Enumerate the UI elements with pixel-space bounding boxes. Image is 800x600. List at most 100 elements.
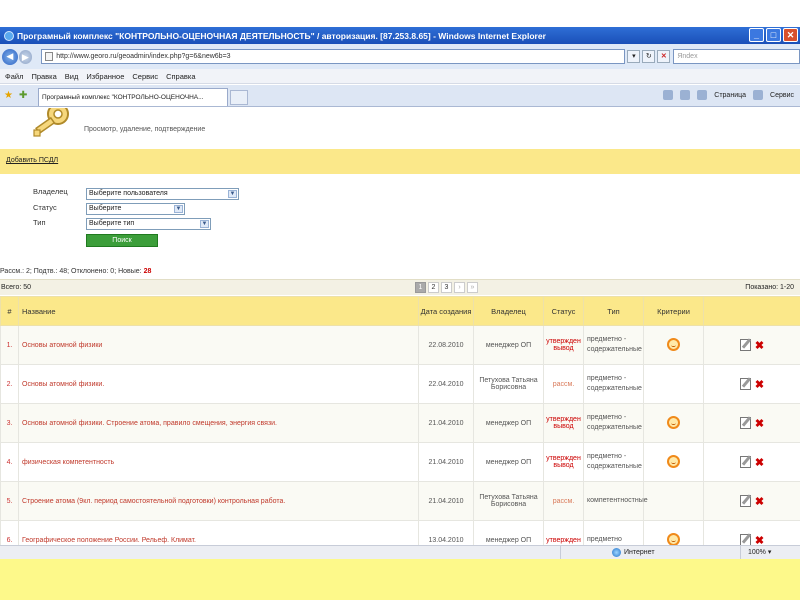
row-date: 22.08.2010 (418, 325, 474, 365)
forward-arrow-icon[interactable]: ▶ (18, 49, 33, 64)
delete-icon[interactable]: ✖ (755, 339, 764, 352)
status-cell (560, 546, 600, 559)
favorites-star-icon[interactable]: ★ (4, 90, 13, 101)
page-3[interactable]: 3 (441, 282, 452, 293)
edit-icon[interactable] (739, 417, 751, 429)
row-actions: ✖ (703, 481, 800, 521)
page-subtitle: Просмотр, удаление, подтверждение (84, 126, 206, 133)
search-button[interactable]: Поиск (86, 234, 158, 247)
page-1[interactable]: 1 (415, 282, 426, 293)
new-tab-button[interactable] (230, 90, 248, 105)
minimize-button[interactable]: _ (749, 28, 764, 42)
web-page: Просмотр, удаление, подтверждение Добави… (0, 108, 800, 545)
menu-edit[interactable]: Правка (31, 72, 56, 81)
col-num: # (0, 296, 19, 326)
delete-icon[interactable]: ✖ (755, 378, 764, 391)
col-status[interactable]: Статус (543, 296, 584, 326)
criteria-icon[interactable] (667, 337, 680, 351)
row-num: 1. (0, 325, 19, 365)
row-num: 6. (0, 520, 19, 545)
menu-file[interactable]: Файл (5, 72, 23, 81)
col-date[interactable]: Дата создания (418, 296, 474, 326)
row-date: 21.04.2010 (418, 403, 474, 443)
menu-favorites[interactable]: Избранное (86, 72, 124, 81)
row-name-link[interactable]: Строение атома (9кл. период самостоятель… (18, 481, 419, 521)
edit-icon[interactable] (739, 339, 751, 351)
browser-tab[interactable]: Програмный комплекс "КОНТРОЛЬНО-ОЦЕНОЧНА… (38, 88, 228, 106)
table-row: 2. Основы атомной физики. 22.04.2010 Пет… (0, 364, 800, 404)
criteria-icon[interactable] (667, 454, 680, 468)
last-page-button[interactable]: » (467, 282, 478, 293)
new-count: 28 (143, 268, 152, 275)
delete-icon[interactable]: ✖ (755, 534, 764, 546)
delete-icon[interactable]: ✖ (755, 417, 764, 430)
menu-tools[interactable]: Сервис (132, 72, 158, 81)
print-icon[interactable] (697, 90, 708, 100)
delete-icon[interactable]: ✖ (755, 495, 764, 508)
page-menu[interactable]: Страница (714, 92, 746, 99)
criteria-icon[interactable] (667, 532, 680, 545)
owner-select-value: Выберите пользователя (89, 190, 168, 197)
service-menu[interactable]: Сервис (770, 92, 794, 99)
row-owner: Петухова Татьяна Борисовна (473, 481, 544, 521)
menu-view[interactable]: Вид (65, 72, 79, 81)
edit-icon[interactable] (739, 378, 751, 390)
row-type: предметно - содержательные (583, 364, 644, 404)
menu-help[interactable]: Справка (166, 72, 195, 81)
edit-icon[interactable] (739, 456, 751, 468)
row-status: утвержден вывод (543, 442, 584, 482)
row-status: рассм. (543, 481, 584, 521)
row-name-link[interactable]: Географическое положение России. Рельеф.… (18, 520, 419, 545)
row-date: 22.04.2010 (418, 364, 474, 404)
home-icon[interactable] (663, 90, 674, 100)
table-row: 4. физическая компетентность 21.04.2010 … (0, 442, 800, 482)
maximize-button[interactable]: □ (766, 28, 781, 42)
globe-icon (612, 548, 621, 557)
row-status: утвержден (543, 520, 584, 545)
row-owner: менеджер ОП (473, 325, 544, 365)
filter-form: Владелец Выберите пользователя ▼ Статус … (0, 174, 800, 262)
next-page-button[interactable]: › (454, 282, 465, 293)
edit-icon[interactable] (739, 534, 751, 545)
row-actions: ✖ (703, 325, 800, 365)
add-psdl-link[interactable]: Добавить ПСДЛ (6, 157, 58, 164)
edit-icon[interactable] (739, 495, 751, 507)
tools-gear-icon[interactable] (753, 90, 764, 100)
row-name-link[interactable]: Основы атомной физики. Строение атома, п… (18, 403, 419, 443)
owner-select[interactable]: Выберите пользователя ▼ (86, 188, 239, 200)
col-owner[interactable]: Владелец (473, 296, 544, 326)
col-type[interactable]: Тип (583, 296, 644, 326)
row-status: утвержден вывод (543, 325, 584, 365)
feeds-icon[interactable] (680, 90, 691, 100)
stop-button[interactable]: ✕ (657, 50, 671, 63)
row-actions: ✖ (703, 403, 800, 443)
refresh-button[interactable]: ↻ (642, 50, 656, 63)
back-arrow-icon[interactable]: ◀ (2, 48, 18, 65)
col-name[interactable]: Название (18, 296, 419, 326)
criteria-icon[interactable] (667, 415, 680, 429)
row-name-link[interactable]: Основы атомной физики. (18, 364, 419, 404)
type-select-value: Выберите тип (89, 220, 135, 227)
row-status: утвержден вывод (543, 403, 584, 443)
dropdown-arrow-icon[interactable]: ▾ (627, 50, 641, 63)
add-favorites-icon[interactable]: ✚ (19, 90, 27, 101)
search-input[interactable]: Яndex (673, 49, 800, 64)
page-2[interactable]: 2 (428, 282, 439, 293)
row-name-link[interactable]: физическая компетентность (18, 442, 419, 482)
chevron-down-icon: ▼ (228, 190, 237, 198)
type-select[interactable]: Выберите тип ▼ (86, 218, 211, 230)
close-button[interactable]: ✕ (783, 28, 798, 42)
delete-icon[interactable]: ✖ (755, 456, 764, 469)
row-criteria (643, 364, 704, 404)
row-actions: ✖ (703, 520, 800, 546)
action-band: Добавить ПСДЛ (0, 149, 800, 174)
zoom-control[interactable]: 100% ▾ (748, 548, 771, 556)
col-criteria: Критерии (643, 296, 704, 326)
table-row: 3. Основы атомной физики. Строение атома… (0, 403, 800, 443)
status-select[interactable]: Выберите ▼ (86, 203, 185, 215)
row-name-link[interactable]: Основы атомной физики (18, 325, 419, 365)
row-owner: Петухова Татьяна Борисовна (473, 364, 544, 404)
total-count: Всего: 50 (1, 284, 32, 291)
row-type: предметно (583, 520, 644, 545)
address-field[interactable]: http://www.georo.ru/geoadmin/index.php?g… (41, 49, 626, 64)
